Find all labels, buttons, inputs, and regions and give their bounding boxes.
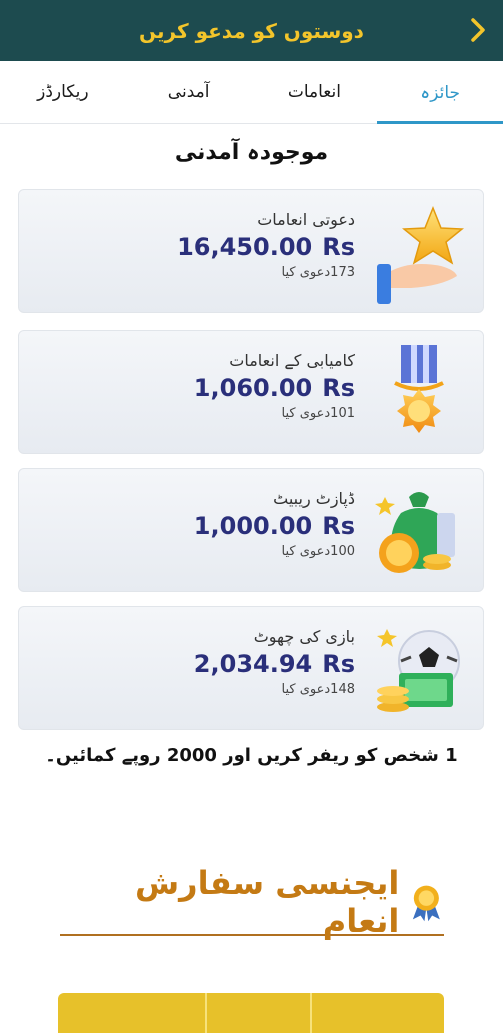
hand-star-icon <box>377 205 464 304</box>
page-title: دوستوں کو مدعو کریں <box>139 18 364 43</box>
card-label: ڈپازٹ ریبیٹ <box>273 489 355 508</box>
money-bag-icon <box>375 492 455 573</box>
reward-card-invite[interactable]: دعوتی انعامات 16,450.00 Rs 173دعوی کیا <box>18 189 484 313</box>
table-header-cell <box>312 993 444 1033</box>
card-claims: 100دعوی کیا <box>281 544 355 559</box>
app-header: دوستوں کو مدعو کریں <box>0 0 503 61</box>
award-ribbon-icon <box>413 885 441 922</box>
card-claims: 101دعوی کیا <box>281 406 355 421</box>
table-header-cell <box>58 993 207 1033</box>
tab-records[interactable]: ریکارڈز <box>0 61 126 123</box>
card-label: کامیابی کے انعامات <box>229 351 355 370</box>
card-amount: 1,060.00 Rs <box>193 374 355 402</box>
card-amount: 2,034.94 Rs <box>193 650 355 678</box>
referral-note: 1 شخص کو ریفر کریں اور 2000 روپے کمائیں۔ <box>45 745 458 766</box>
agency-reward-table-header <box>58 993 444 1033</box>
card-amount: 1,000.00 Rs <box>193 512 355 540</box>
agency-reward-heading: ایجنسی سفارش انعام <box>60 864 444 940</box>
card-label: بازی کی چھوٹ <box>253 627 355 646</box>
chevron-right-icon <box>471 18 485 42</box>
medal-icon <box>394 345 444 433</box>
card-claims: 148دعوی کیا <box>281 682 355 697</box>
tab-overview[interactable]: جائزہ <box>377 61 503 124</box>
reward-card-achievement[interactable]: کامیابی کے انعامات 1,060.00 Rs 101دعوی کی… <box>18 330 484 454</box>
football-cash-icon <box>377 629 460 712</box>
card-label: دعوتی انعامات <box>257 210 355 229</box>
back-button[interactable] <box>463 12 493 48</box>
agency-title: ایجنسی سفارش انعام <box>135 864 400 940</box>
table-header-cell <box>207 993 312 1033</box>
card-amount: 16,450.00 Rs <box>177 233 355 261</box>
tab-rewards[interactable]: انعامات <box>252 61 378 123</box>
reward-card-betting-discount[interactable]: بازی کی چھوٹ 2,034.94 Rs 148دعوی کیا <box>18 606 484 730</box>
tab-bar: جائزہ انعامات آمدنی ریکارڈز <box>0 61 503 124</box>
section-title: موجودہ آمدنی <box>174 140 329 165</box>
reward-card-deposit-rebate[interactable]: ڈپازٹ ریبیٹ 1,000.00 Rs 100دعوی کیا <box>18 468 484 592</box>
tab-income[interactable]: آمدنی <box>126 61 252 123</box>
card-claims: 173دعوی کیا <box>281 265 355 280</box>
